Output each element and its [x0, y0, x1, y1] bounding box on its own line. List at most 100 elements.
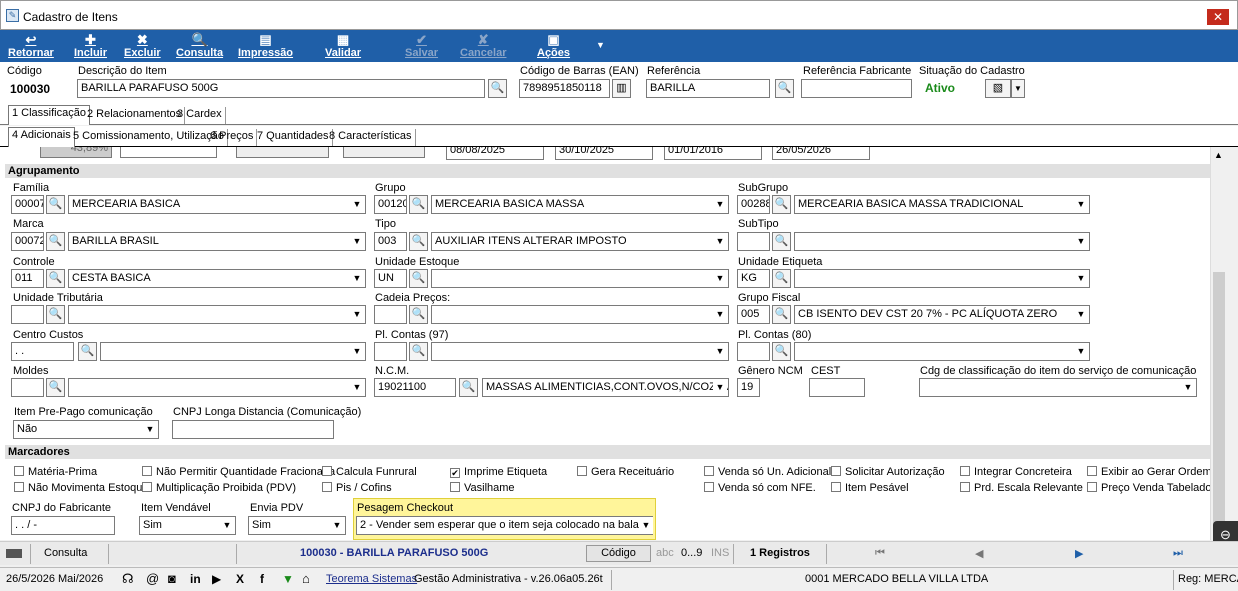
checkbox-box[interactable] [322, 482, 332, 492]
checkbox-solicitar-autoriza-o[interactable]: Solicitar Autorização [831, 466, 945, 478]
tab-cardex[interactable]: 3 Cardex [174, 107, 226, 124]
ncm-select[interactable]: MASSAS ALIMENTICIAS,CONT.OVOS,N/COZIDA [482, 378, 729, 397]
search-icon[interactable]: 🔍 [46, 232, 65, 251]
pesagem-select[interactable]: 2 - Vender sem esperar que o item seja c… [356, 516, 653, 535]
chevron-down-icon[interactable]: ▼ [713, 233, 727, 250]
date-field-2[interactable]: 30/10/2025 [555, 147, 653, 160]
search-icon[interactable]: 🔍 [775, 79, 794, 98]
prev-record-icon[interactable]: ◀ [975, 547, 983, 560]
retornar-button[interactable]: ↩ Retornar [8, 32, 54, 59]
checkbox-box[interactable] [142, 466, 152, 476]
salvar-button[interactable]: ✔ Salvar [405, 32, 438, 59]
search-icon[interactable]: 🔍 [46, 195, 65, 214]
search-icon[interactable]: 🔍 [459, 378, 478, 397]
tabelas-button[interactable] [343, 147, 425, 158]
search-icon[interactable]: 🔍 [772, 305, 791, 324]
familia-select[interactable]: MERCEARIA BASICA [68, 195, 366, 214]
youtube-icon[interactable]: ▶ [212, 572, 221, 586]
teorema-link[interactable]: Teorema Sistemas [326, 573, 417, 585]
next-record-icon[interactable]: ▶ [1075, 547, 1083, 560]
marca-code[interactable]: 00072 [11, 232, 44, 251]
checkbox-box[interactable] [960, 482, 970, 492]
un-trib-code[interactable] [11, 305, 44, 324]
cdg-select[interactable] [919, 378, 1197, 397]
checkbox-box[interactable] [14, 466, 24, 476]
checkbox-box[interactable] [831, 466, 841, 476]
chevron-down-icon[interactable]: ▼ [1181, 379, 1195, 396]
partial-select[interactable] [120, 147, 217, 158]
tab-classificação[interactable]: 1 Classificação [8, 105, 90, 125]
last-record-icon[interactable]: ⏭ [1173, 547, 1183, 560]
checkbox-vasilhame[interactable]: Vasilhame [450, 482, 515, 494]
cadeia-select[interactable] [431, 305, 729, 324]
un-estoque-code[interactable]: UN [374, 269, 407, 288]
date-field-3[interactable]: 01/01/2016 [664, 147, 762, 160]
chevron-down-icon[interactable]: ▼ [350, 233, 364, 250]
chevron-down-icon[interactable]: ▼ [1074, 233, 1088, 250]
checkbox-box[interactable] [577, 466, 587, 476]
chevron-down-icon[interactable]: ▼ [1074, 196, 1088, 213]
chevron-down-icon[interactable]: ▼ [713, 270, 727, 287]
ncm-code[interactable]: 19021100 [374, 378, 456, 397]
chevron-down-icon[interactable]: ▼ [143, 421, 157, 438]
checkbox-pre-o-venda-tabelado[interactable]: Preço Venda Tabelado [1087, 482, 1210, 494]
checkbox-item-pes-vel[interactable]: Item Pesável [831, 482, 909, 494]
checkbox-n-o-permitir-quantidade-fracionada[interactable]: Não Permitir Quantidade Fracionada [142, 466, 335, 478]
excluir-button[interactable]: ✖ Excluir [124, 32, 161, 59]
checkbox-calcula-funrural[interactable]: Calcula Funrural [322, 466, 417, 478]
scroll-up-icon[interactable]: ▲ [1214, 150, 1223, 160]
checkbox-box[interactable] [450, 482, 460, 492]
search-icon[interactable]: 🔍 [772, 195, 791, 214]
calculo-button[interactable] [236, 147, 329, 158]
cadeia-code[interactable] [374, 305, 407, 324]
tab-preços[interactable]: 6 Preços [207, 129, 258, 146]
chevron-down-icon[interactable]: ▼ [350, 270, 364, 287]
checkbox-exibir-ao-gerar-ordem[interactable]: Exibir ao Gerar Ordem [1087, 466, 1210, 478]
subgrupo-code[interactable]: 00288 [737, 195, 770, 214]
validar-button[interactable]: ▦ Validar [325, 32, 361, 59]
linkedin-icon[interactable]: in [190, 572, 201, 586]
chevron-down-icon[interactable]: ▼ [350, 343, 364, 360]
checkbox-box[interactable] [831, 482, 841, 492]
search-icon[interactable]: 🔍 [772, 269, 791, 288]
pl97-code[interactable] [374, 342, 407, 361]
chevron-down-icon[interactable]: ▼ [1011, 79, 1025, 98]
tab-adicionais[interactable]: 4 Adicionais [8, 127, 75, 147]
checkbox-box[interactable] [960, 466, 970, 476]
chevron-down-icon[interactable]: ▼ [350, 196, 364, 213]
x-icon[interactable]: X [236, 572, 244, 586]
search-icon[interactable]: 🔍 [488, 79, 507, 98]
checkbox-box[interactable] [322, 466, 332, 476]
search-icon[interactable]: 🔍 [772, 342, 791, 361]
incluir-button[interactable]: ✚ Incluir [74, 32, 107, 59]
cnpj-longa-input[interactable] [172, 420, 334, 439]
un-estoque-select[interactable] [431, 269, 729, 288]
checkbox-box[interactable] [142, 482, 152, 492]
tipo-code[interactable]: 003 [374, 232, 407, 251]
tab-relacionamentos[interactable]: 2 Relacionamentos [84, 107, 186, 124]
tab-quantidades[interactable]: 7 Quantidades [254, 129, 333, 146]
chevron-down-icon[interactable]: ▼ [1074, 270, 1088, 287]
chevron-down-icon[interactable]: ▼ [1074, 343, 1088, 360]
checkbox-pis-cofins[interactable]: Pis / Cofins [322, 482, 392, 494]
email-icon[interactable]: @ [146, 571, 159, 586]
subtipo-code[interactable] [737, 232, 770, 251]
date-field-1[interactable]: 08/08/2025 [446, 147, 544, 160]
first-record-icon[interactable]: ⏮ [875, 547, 885, 560]
search-icon[interactable]: 🔍 [409, 195, 428, 214]
centro-select[interactable] [100, 342, 366, 361]
subgrupo-select[interactable]: MERCEARIA BASICA MASSA TRADICIONAL [794, 195, 1090, 214]
checkbox-box[interactable] [704, 482, 714, 492]
checkbox-box[interactable] [1087, 466, 1097, 476]
genero-input[interactable]: 19 [737, 378, 760, 397]
ean-input[interactable]: 7898951850118 [519, 79, 610, 98]
chevron-down-icon[interactable]: ▼ [639, 517, 653, 534]
checkbox-mat-ria-prima[interactable]: Matéria-Prima [14, 466, 97, 478]
cest-input[interactable] [809, 378, 865, 397]
chevron-down-icon[interactable]: ▼ [713, 196, 727, 213]
search-icon[interactable]: 🔍 [46, 269, 65, 288]
tab-comissionamento[interactable]: 5 Comissionamento, Utilização [70, 129, 229, 146]
checkbox-integrar-concreteira[interactable]: Integrar Concreteira [960, 466, 1072, 478]
search-icon[interactable]: 🔍 [46, 378, 65, 397]
grupo-select[interactable]: MERCEARIA BASICA MASSA [431, 195, 729, 214]
